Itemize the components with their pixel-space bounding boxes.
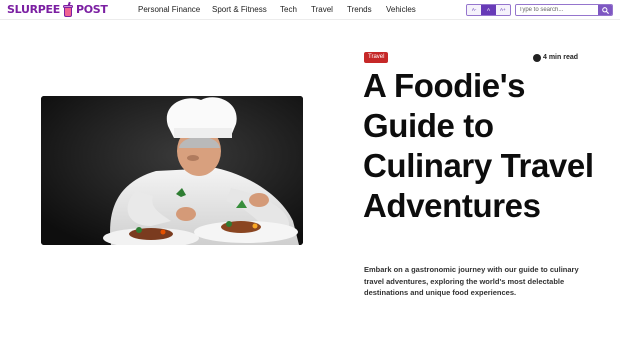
font-increase-button[interactable]: A+ bbox=[495, 5, 510, 15]
nav-item-sport-fitness[interactable]: Sport & Fitness bbox=[212, 4, 267, 16]
read-time: 4 min read bbox=[533, 52, 578, 63]
font-decrease-button[interactable]: A- bbox=[467, 5, 482, 15]
article-title[interactable]: A Foodie's Guide to Culinary Travel Adve… bbox=[363, 66, 613, 226]
search-box bbox=[515, 4, 613, 16]
nav-item-personal-finance[interactable]: Personal Finance bbox=[138, 4, 200, 16]
search-input[interactable] bbox=[516, 5, 598, 15]
article-hero-image[interactable] bbox=[41, 96, 303, 245]
article-description: Embark on a gastronomic journey with our… bbox=[364, 265, 579, 297]
read-time-label: 4 min read bbox=[543, 54, 579, 61]
nav-item-travel[interactable]: Travel bbox=[311, 4, 333, 16]
clock-icon bbox=[533, 53, 541, 62]
chef-plating-food-photo bbox=[41, 96, 303, 245]
category-tag[interactable]: Travel bbox=[364, 52, 389, 63]
nav-item-tech[interactable]: Tech bbox=[280, 4, 297, 16]
nav-item-vehicles[interactable]: Vehicles bbox=[386, 4, 416, 16]
search-icon bbox=[601, 6, 609, 14]
font-size-toggle: A- A A+ bbox=[466, 4, 511, 16]
search-button[interactable] bbox=[598, 5, 612, 15]
font-reset-button[interactable]: A bbox=[481, 5, 496, 15]
nav-item-trends[interactable]: Trends bbox=[347, 4, 372, 16]
